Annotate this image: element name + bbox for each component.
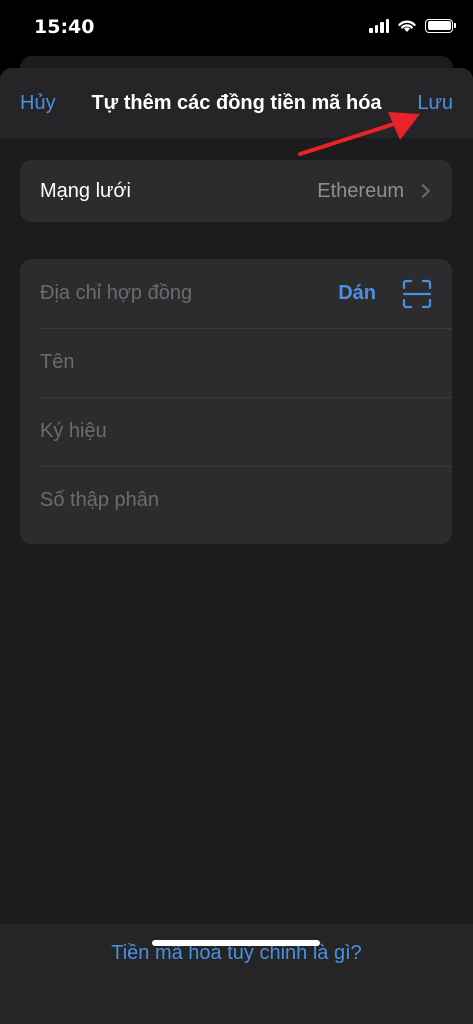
home-indicator bbox=[152, 940, 320, 946]
network-value: Ethereum bbox=[317, 179, 404, 202]
network-selector[interactable]: Mạng lưới Ethereum bbox=[20, 160, 452, 222]
page-title: Tự thêm các đồng tiền mã hóa bbox=[91, 92, 382, 114]
wifi-icon bbox=[398, 20, 416, 32]
signal-icon bbox=[369, 18, 389, 33]
decimals-placeholder: Số thập phân bbox=[40, 489, 159, 511]
token-form: Địa chỉ hợp đồng Dán Tên Ký hiệu Số thập… bbox=[20, 259, 452, 544]
contract-address-placeholder: Địa chỉ hợp đồng bbox=[40, 282, 193, 304]
network-label: Mạng lưới bbox=[40, 179, 131, 202]
qr-scan-icon[interactable] bbox=[402, 279, 432, 309]
bottom-bar: Tiền mã hoá tuỳ chỉnh là gì? bbox=[0, 924, 473, 1024]
save-button[interactable]: Lưu bbox=[417, 92, 453, 115]
status-bar: 15:40 bbox=[0, 0, 473, 56]
battery-icon bbox=[425, 18, 456, 33]
symbol-placeholder: Ký hiệu bbox=[40, 420, 107, 442]
name-placeholder: Tên bbox=[40, 351, 75, 373]
decimals-field[interactable]: Số thập phân bbox=[20, 466, 452, 535]
symbol-field[interactable]: Ký hiệu bbox=[20, 397, 452, 466]
chevron-right-icon bbox=[415, 183, 431, 199]
add-custom-token-sheet: Tự thêm các đồng tiền mã hóa Hủy Lưu Mạn… bbox=[0, 68, 473, 1024]
paste-button[interactable]: Dán bbox=[338, 282, 376, 305]
contract-address-field[interactable]: Địa chỉ hợp đồng Dán bbox=[20, 259, 452, 328]
cancel-button[interactable]: Hủy bbox=[20, 92, 56, 115]
nav-bar: Tự thêm các đồng tiền mã hóa Hủy Lưu bbox=[0, 68, 473, 138]
status-icons bbox=[369, 18, 456, 33]
name-field[interactable]: Tên bbox=[20, 328, 452, 397]
status-time: 15:40 bbox=[34, 16, 95, 38]
